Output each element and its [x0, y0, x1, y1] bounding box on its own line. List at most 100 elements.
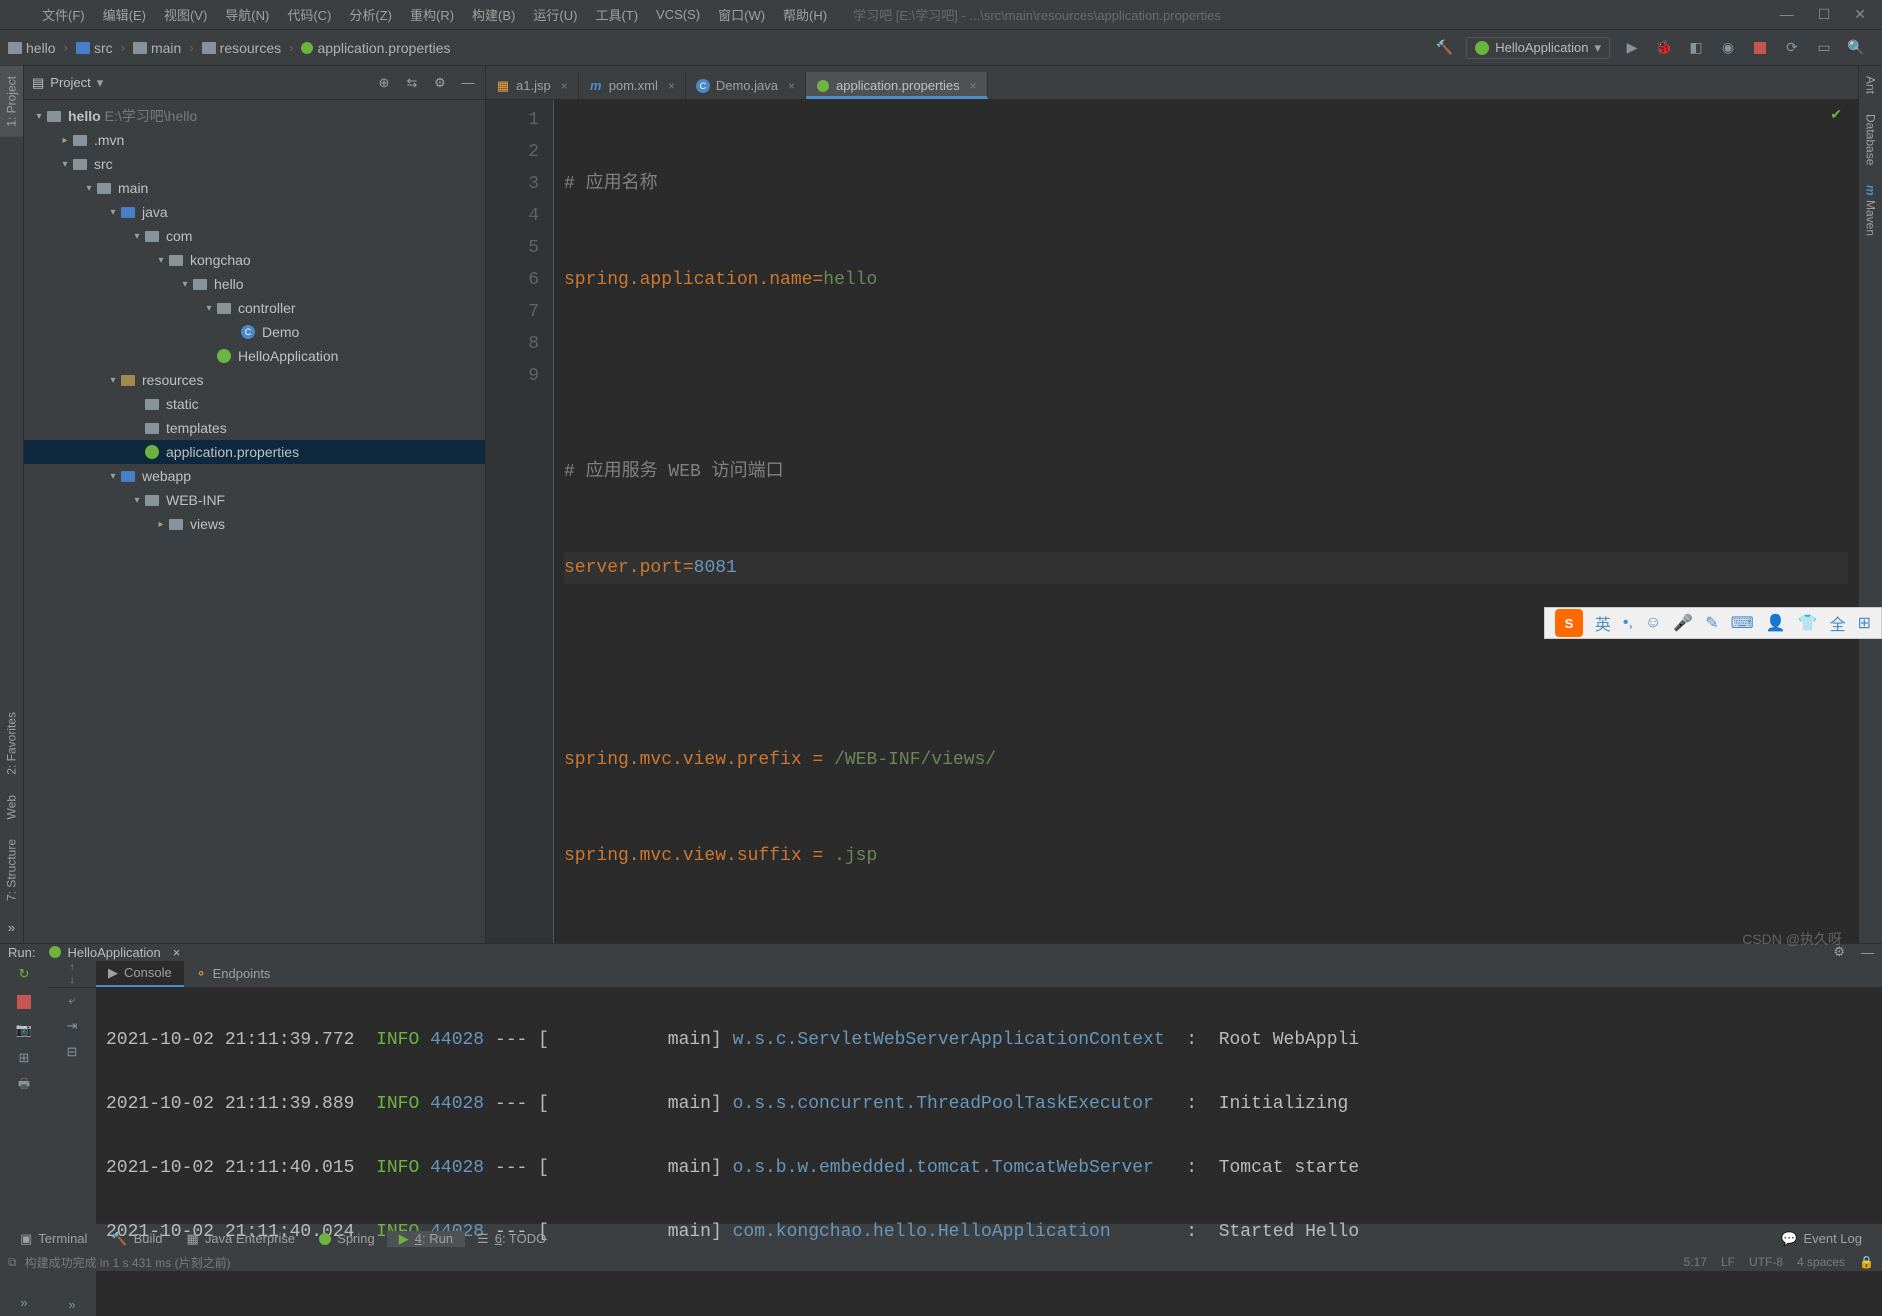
hide-icon[interactable]: —: [459, 74, 477, 92]
menu-window[interactable]: 窗口(W): [710, 5, 773, 24]
status-line-sep[interactable]: LF: [1721, 1255, 1735, 1269]
tab-build[interactable]: 🔨Build: [99, 1231, 174, 1247]
status-lock-icon[interactable]: ⧉: [8, 1255, 17, 1270]
expand-arrow-icon[interactable]: ▾: [58, 159, 72, 170]
ime-pencil-icon[interactable]: ✎: [1705, 613, 1718, 633]
expand-arrow-icon[interactable]: ▾: [154, 255, 168, 266]
breadcrumb-file[interactable]: application.properties: [301, 40, 450, 56]
tab-a1jsp[interactable]: ▦ a1.jsp×: [486, 72, 579, 99]
ime-toolbar[interactable]: S 英 •, ☺ 🎤 ✎ ⌨ 👤 👕 全 ⊞: [1544, 607, 1882, 639]
console-output[interactable]: 2021-10-02 21:11:39.772 INFO 44028 --- […: [96, 988, 1882, 1316]
menu-run[interactable]: 运行(U): [525, 5, 585, 24]
tab-terminal[interactable]: ▣Terminal: [8, 1231, 99, 1247]
ime-punct-icon[interactable]: •,: [1623, 614, 1633, 632]
ime-grid-icon[interactable]: ⊞: [1858, 613, 1871, 633]
inspection-ok-icon[interactable]: ✔: [1830, 106, 1842, 123]
menu-refactor[interactable]: 重构(R): [402, 5, 462, 24]
run-icon[interactable]: ▶: [1622, 38, 1642, 58]
tree-hello[interactable]: ▾ hello: [24, 272, 485, 296]
tree-kongchao[interactable]: ▾ kongchao: [24, 248, 485, 272]
close-icon[interactable]: ✕: [1854, 6, 1866, 23]
ime-full[interactable]: 全: [1830, 611, 1846, 635]
tab-endpoints[interactable]: ⚬ Endpoints: [184, 962, 283, 986]
coverage-icon[interactable]: ◧: [1686, 38, 1706, 58]
tree-demo[interactable]: C Demo: [24, 320, 485, 344]
stop-button[interactable]: [1750, 38, 1770, 58]
tree-webinf[interactable]: ▾ WEB-INF: [24, 488, 485, 512]
expand-arrow-icon[interactable]: ▾: [32, 111, 46, 122]
tab-project[interactable]: 1: Project: [0, 66, 23, 137]
status-indent[interactable]: 4 spaces: [1797, 1255, 1845, 1269]
expand-arrow-icon[interactable]: ▾: [82, 183, 96, 194]
tab-favorites[interactable]: 2: Favorites: [0, 702, 23, 785]
tree-src[interactable]: ▾ src: [24, 152, 485, 176]
tab-run[interactable]: ▶4: Run: [387, 1231, 465, 1247]
more-icon[interactable]: »: [68, 1297, 75, 1312]
maximize-icon[interactable]: ☐: [1818, 6, 1831, 23]
tab-demo[interactable]: C Demo.java×: [686, 72, 806, 99]
menu-file[interactable]: 文件(F): [34, 5, 93, 24]
tree-resources[interactable]: ▾ resources: [24, 368, 485, 392]
more-icon[interactable]: »: [14, 1292, 34, 1312]
expand-arrow-icon[interactable]: ▸: [58, 135, 72, 146]
code-area[interactable]: # 应用名称 spring.application.name=hello # 应…: [554, 100, 1858, 943]
tree-mvn[interactable]: ▸ .mvn: [24, 128, 485, 152]
ime-person-icon[interactable]: 👤: [1766, 613, 1786, 633]
up-arrow-icon[interactable]: ↑: [70, 962, 75, 973]
menu-code[interactable]: 代码(C): [279, 5, 339, 24]
tab-spring[interactable]: Spring: [307, 1231, 387, 1246]
ime-keyboard-icon[interactable]: ⌨: [1731, 613, 1754, 633]
tree-com[interactable]: ▾ com: [24, 224, 485, 248]
tree-root[interactable]: ▾ hello E:\学习吧\hello: [24, 104, 485, 128]
tree-main[interactable]: ▾ main: [24, 176, 485, 200]
hide-icon[interactable]: —: [1861, 945, 1874, 960]
breadcrumb-hello[interactable]: hello: [8, 40, 56, 56]
menu-edit[interactable]: 编辑(E): [95, 5, 154, 24]
close-icon[interactable]: ×: [561, 79, 568, 93]
tree-templates[interactable]: templates: [24, 416, 485, 440]
locate-icon[interactable]: ⊕: [375, 74, 393, 92]
layout-icon[interactable]: ▭: [1814, 38, 1834, 58]
status-lock-icon[interactable]: 🔒: [1859, 1255, 1874, 1269]
status-encoding[interactable]: UTF-8: [1749, 1255, 1783, 1269]
ime-mic-icon[interactable]: 🎤: [1673, 613, 1693, 633]
tree-helloapp[interactable]: HelloApplication: [24, 344, 485, 368]
expand-arrow-icon[interactable]: ▾: [130, 231, 144, 242]
tab-web[interactable]: Web: [0, 785, 23, 829]
sogou-icon[interactable]: S: [1555, 609, 1583, 637]
minimize-icon[interactable]: —: [1780, 6, 1794, 23]
close-icon[interactable]: ×: [668, 79, 675, 93]
tree-webapp[interactable]: ▾ webapp: [24, 464, 485, 488]
menu-view[interactable]: 视图(V): [156, 5, 215, 24]
tab-structure[interactable]: 7: Structure: [0, 829, 23, 911]
run-config-dropdown[interactable]: HelloApplication ▾: [1466, 37, 1610, 59]
expand-arrow-icon[interactable]: ▾: [178, 279, 192, 290]
scroll-end-icon[interactable]: ⇥: [67, 1018, 78, 1034]
search-icon[interactable]: 🔍: [1846, 38, 1866, 58]
tree-java[interactable]: ▾ java: [24, 200, 485, 224]
collapse-icon[interactable]: ⇆: [403, 74, 421, 92]
project-panel-title[interactable]: ▤ Project ▾: [32, 75, 103, 91]
down-arrow-icon[interactable]: ↓: [70, 975, 75, 986]
menu-analyze[interactable]: 分析(Z): [341, 5, 400, 24]
debug-icon[interactable]: 🐞: [1654, 38, 1674, 58]
expand-arrow-icon[interactable]: ▾: [130, 495, 144, 506]
breadcrumb-main[interactable]: main: [133, 40, 181, 56]
editor-body[interactable]: 1 2 3 4 5 6 7 8 9 # 应用名称 spring.applicat…: [486, 100, 1858, 943]
event-log[interactable]: 💬Event Log: [1769, 1231, 1874, 1247]
tab-console[interactable]: ▶ Console: [96, 961, 184, 987]
menu-navigate[interactable]: 导航(N): [217, 5, 277, 24]
expand-arrow-icon[interactable]: ▾: [106, 375, 120, 386]
tree-appprops[interactable]: application.properties: [24, 440, 485, 464]
menu-tools[interactable]: 工具(T): [587, 5, 646, 24]
close-icon[interactable]: ×: [173, 945, 181, 960]
tab-jee[interactable]: ▦Java Enterprise: [175, 1231, 308, 1247]
tab-appprops[interactable]: application.properties×: [806, 72, 988, 99]
tab-ant[interactable]: Ant: [1859, 66, 1882, 104]
expand-arrow-icon[interactable]: ▾: [106, 471, 120, 482]
tree-static[interactable]: static: [24, 392, 485, 416]
menu-build[interactable]: 构建(B): [464, 5, 523, 24]
camera-icon[interactable]: 📷: [14, 1020, 34, 1040]
menu-vcs[interactable]: VCS(S): [648, 7, 708, 22]
breadcrumb-src[interactable]: src: [76, 40, 113, 56]
